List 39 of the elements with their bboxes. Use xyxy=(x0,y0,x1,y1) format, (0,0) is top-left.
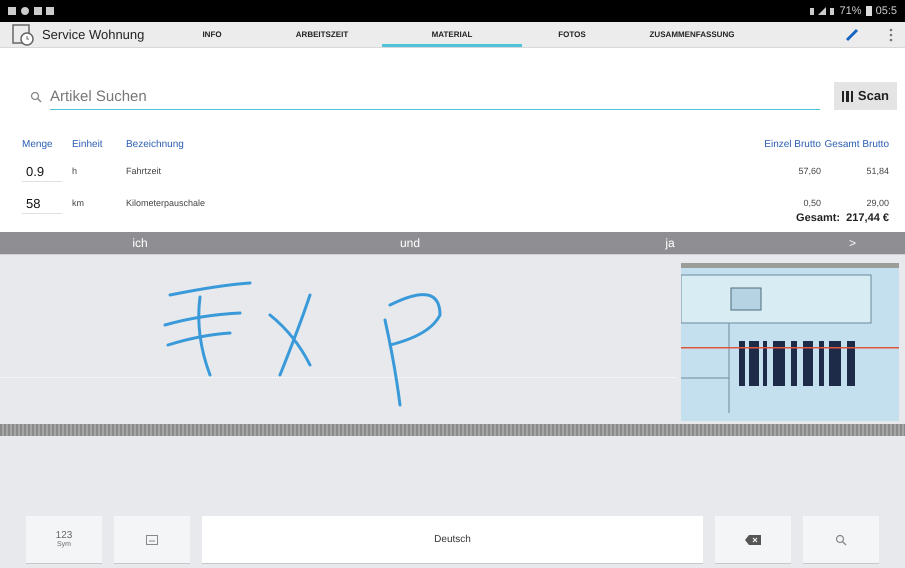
tab[interactable]: ARBEITSZEIT xyxy=(262,22,382,47)
table-cell: 51,84 xyxy=(866,166,889,176)
column-header: Bezeichnung xyxy=(126,138,185,152)
table-cell: 0,50 xyxy=(803,198,821,208)
battery-percentage: 71% xyxy=(840,4,862,19)
table-cell: 29,00 xyxy=(866,198,889,208)
keyboard-icon xyxy=(146,534,158,544)
column-header: Einzel Brutto xyxy=(763,138,821,152)
table-cell: h xyxy=(72,166,78,176)
clock-document-icon[interactable] xyxy=(10,24,34,46)
tab[interactable]: FOTOS xyxy=(522,22,622,47)
total-amount: Gesamt: 217,44 € xyxy=(796,210,889,226)
search-field[interactable]: Artikel Suchen xyxy=(50,84,820,110)
search-icon xyxy=(835,534,847,546)
column-header: Menge xyxy=(21,138,54,152)
app-title: Service Wohnung xyxy=(42,26,146,44)
table-cell: 57,60 xyxy=(798,166,821,176)
backspace-icon xyxy=(745,534,761,544)
notification-icons xyxy=(8,6,56,16)
table-cell: Fahrtzeit xyxy=(126,166,162,176)
overflow-menu-icon[interactable] xyxy=(889,28,893,42)
table-cell: km xyxy=(72,198,84,208)
pencil-icon[interactable] xyxy=(845,28,859,42)
tab[interactable]: INFO xyxy=(162,22,262,47)
quantity-field[interactable]: 0.9 xyxy=(22,162,62,182)
column-header: Gesamt Brutto xyxy=(824,138,890,152)
quantity-field[interactable]: 58 xyxy=(22,194,62,214)
tab[interactable]: ZUSAMMENFASSUNG xyxy=(622,22,762,47)
column-header: Einheit xyxy=(72,138,104,152)
barcode-icon xyxy=(842,90,854,102)
battery-icon xyxy=(866,6,872,16)
space-key[interactable]: Deutsch xyxy=(202,516,703,564)
signal-icon xyxy=(810,6,836,16)
search-icon xyxy=(30,91,42,103)
backspace-key[interactable] xyxy=(715,516,791,564)
table-cell: Kilometerpauschale xyxy=(126,198,206,208)
clock: 05:5 xyxy=(876,4,897,19)
scan-button[interactable]: Scan xyxy=(834,82,897,110)
tab[interactable]: MATERIAL xyxy=(382,22,522,47)
